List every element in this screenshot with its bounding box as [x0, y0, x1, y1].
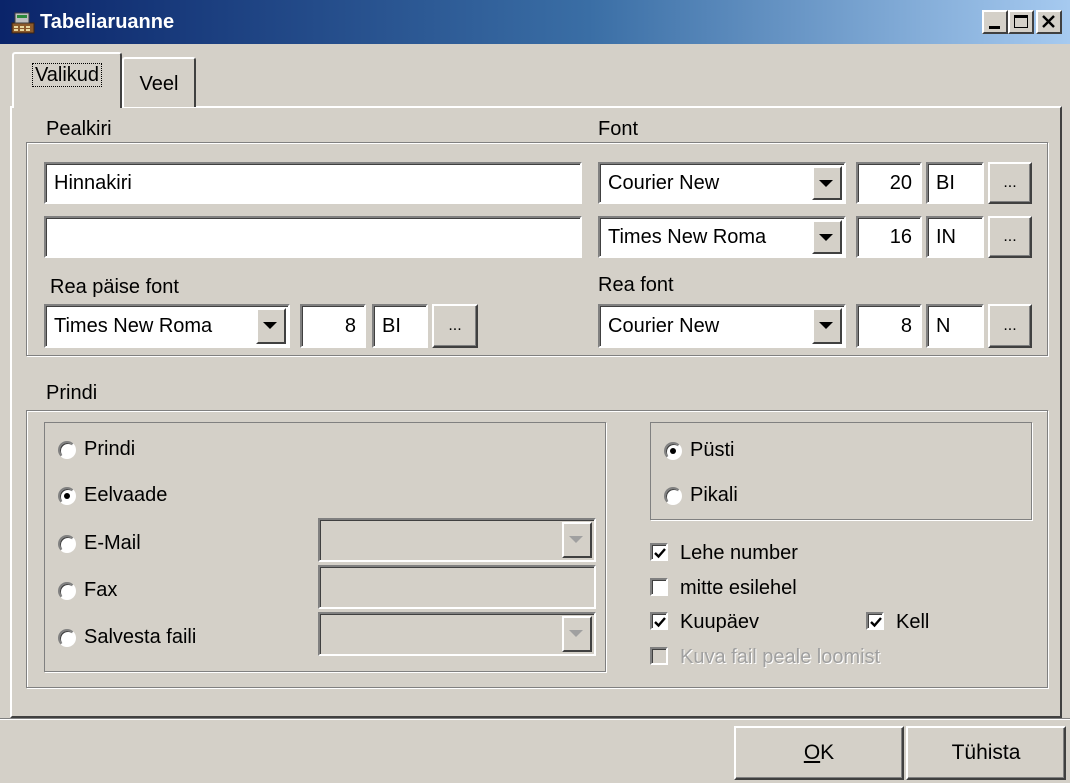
- minimize-button[interactable]: [982, 10, 1008, 34]
- save-file-select: [318, 612, 596, 656]
- radio-label: Salvesta faili: [84, 626, 197, 648]
- radio-label: Eelvaade: [84, 484, 168, 506]
- row-font-more-button[interactable]: ...: [988, 304, 1032, 348]
- checkbox-label: Kell: [896, 611, 930, 633]
- chevron-down-icon[interactable]: [812, 220, 842, 254]
- radio-button[interactable]: [664, 487, 682, 505]
- ok-button[interactable]: OK: [734, 726, 904, 780]
- radio-pusti[interactable]: Püsti: [664, 438, 814, 464]
- radio-email[interactable]: E-Mail: [58, 531, 258, 557]
- radio-salvesta-faili[interactable]: Salvesta faili: [58, 625, 278, 651]
- row-font-select[interactable]: Courier New: [598, 304, 846, 348]
- radio-label: Fax: [84, 579, 118, 601]
- cancel-button[interactable]: Tühista: [906, 726, 1066, 780]
- radio-button[interactable]: [58, 535, 76, 553]
- radio-button[interactable]: [664, 442, 682, 460]
- checkbox-mitte-esilehel[interactable]: mitte esilehel: [650, 576, 870, 600]
- row-font-label: Rea font: [598, 274, 674, 296]
- chevron-down-icon[interactable]: [256, 308, 286, 344]
- title-font2-size[interactable]: 16: [856, 216, 922, 258]
- checkbox-kuupaev[interactable]: Kuupäev: [650, 610, 830, 634]
- title-font1-select[interactable]: Courier New: [598, 162, 846, 204]
- row-header-font-style[interactable]: BI: [372, 304, 428, 348]
- radio-label: Püsti: [690, 439, 735, 461]
- close-icon: [1042, 15, 1055, 28]
- checkbox: [650, 647, 668, 665]
- radio-button[interactable]: [58, 441, 76, 459]
- select-value: Times New Roma: [54, 315, 213, 337]
- radio-label: Prindi: [84, 438, 136, 460]
- fax-number-input: [318, 565, 596, 609]
- title-line2-input[interactable]: [44, 216, 582, 258]
- tab-valikud[interactable]: Valikud: [12, 52, 122, 108]
- font-label: Font: [598, 118, 639, 140]
- radio-button[interactable]: [58, 582, 76, 600]
- checkbox-label: Kuupäev: [680, 611, 759, 633]
- row-header-font-more-button[interactable]: ...: [432, 304, 478, 348]
- radio-label: Pikali: [690, 484, 738, 506]
- title-label: Pealkiri: [46, 118, 112, 140]
- checkbox[interactable]: [866, 612, 884, 630]
- maximize-icon: [1014, 15, 1028, 28]
- ok-label-rest: K: [820, 741, 835, 764]
- row-font-size[interactable]: 8: [856, 304, 922, 348]
- radio-pikali[interactable]: Pikali: [664, 483, 814, 509]
- radio-eelvaade[interactable]: Eelvaade: [58, 483, 258, 509]
- close-button[interactable]: [1036, 10, 1062, 34]
- row-header-font-label: Rea päise font: [50, 276, 179, 298]
- title-line1-input[interactable]: Hinnakiri: [44, 162, 582, 204]
- chevron-down-icon: [562, 616, 592, 652]
- chevron-down-icon[interactable]: [812, 166, 842, 200]
- checkbox[interactable]: [650, 543, 668, 561]
- chevron-down-icon: [562, 522, 592, 558]
- tab-label: Valikud: [31, 63, 103, 87]
- minimize-icon: [989, 26, 1000, 29]
- tab-label: Veel: [139, 73, 179, 95]
- checkmark-icon: [654, 548, 666, 559]
- row-header-font-select[interactable]: Times New Roma: [44, 304, 290, 348]
- radio-label: E-Mail: [84, 532, 141, 554]
- checkbox-kell[interactable]: Kell: [866, 610, 966, 634]
- select-value: Courier New: [608, 315, 720, 337]
- row-header-font-size[interactable]: 8: [300, 304, 366, 348]
- radio-button[interactable]: [58, 629, 76, 647]
- checkbox-label: mitte esilehel: [680, 577, 797, 599]
- checkbox-label: Lehe number: [680, 542, 798, 564]
- title-font2-more-button[interactable]: ...: [988, 216, 1032, 258]
- title-font2-style[interactable]: IN: [926, 216, 984, 258]
- select-value: Courier New: [608, 172, 720, 194]
- checkbox-lehe-number[interactable]: Lehe number: [650, 541, 870, 565]
- title-font1-more-button[interactable]: ...: [988, 162, 1032, 204]
- title-font1-style[interactable]: BI: [926, 162, 984, 204]
- checkbox-kuva-fail: Kuva fail peale loomist: [650, 645, 950, 669]
- row-font-style[interactable]: N: [926, 304, 984, 348]
- radio-fax[interactable]: Fax: [58, 578, 258, 604]
- ok-mnemonic: O: [803, 741, 821, 764]
- footer-separator: [0, 718, 1070, 720]
- cash-register-icon: [10, 9, 36, 35]
- email-recipient-select: [318, 518, 596, 562]
- tab-veel[interactable]: Veel: [122, 57, 196, 107]
- checkmark-icon: [870, 617, 882, 628]
- checkbox[interactable]: [650, 612, 668, 630]
- checkbox-label: Kuva fail peale loomist: [680, 646, 881, 668]
- radio-button[interactable]: [58, 487, 76, 505]
- checkbox[interactable]: [650, 578, 668, 596]
- chevron-down-icon[interactable]: [812, 308, 842, 344]
- maximize-button[interactable]: [1008, 10, 1034, 34]
- title-font2-select[interactable]: Times New Roma: [598, 216, 846, 258]
- select-value: Times New Roma: [608, 226, 767, 248]
- title-font1-size[interactable]: 20: [856, 162, 922, 204]
- radio-prindi[interactable]: Prindi: [58, 437, 258, 463]
- print-label: Prindi: [46, 382, 98, 404]
- checkmark-icon: [654, 617, 666, 628]
- window-title: Tabeliaruanne: [40, 11, 175, 33]
